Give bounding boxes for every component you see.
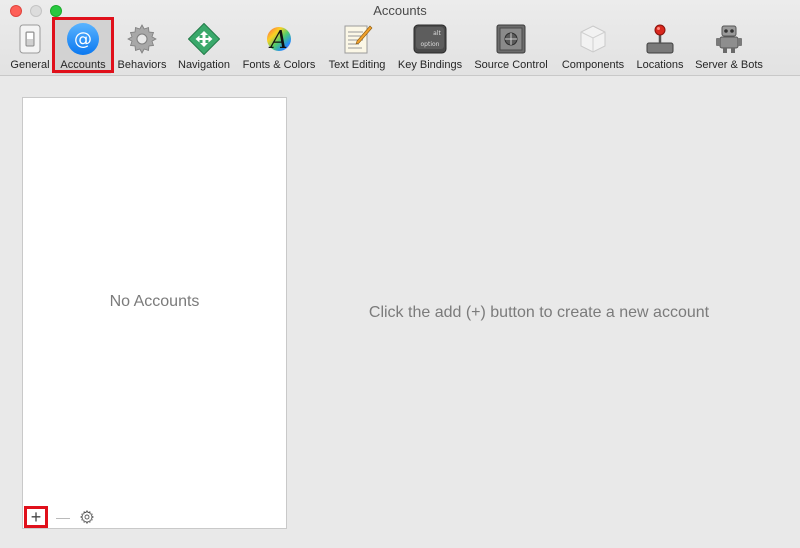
tab-fonts-colors[interactable]: A Fonts & Colors — [238, 20, 320, 74]
text-editing-icon — [340, 22, 374, 56]
tab-label: Source Control — [474, 59, 548, 71]
tab-label: Server & Bots — [695, 59, 763, 71]
at-sign-icon: @ — [66, 22, 100, 56]
remove-account-button[interactable]: — — [54, 508, 72, 526]
svg-text:option: option — [421, 41, 440, 48]
safe-vault-icon — [494, 22, 528, 56]
joystick-drive-icon — [643, 22, 677, 56]
account-list[interactable]: No Accounts — [22, 97, 287, 529]
tab-label: Text Editing — [328, 59, 386, 71]
tab-label: Accounts — [60, 59, 106, 71]
gear-icon — [80, 510, 94, 524]
tab-label: Behaviors — [117, 59, 167, 71]
navigation-arrows-icon — [187, 22, 221, 56]
robot-icon — [712, 22, 746, 56]
empty-list-message: No Accounts — [109, 293, 200, 310]
tab-general[interactable]: General — [6, 20, 54, 74]
tab-label: Locations — [636, 59, 684, 71]
add-account-button[interactable]: + — [24, 506, 48, 528]
tab-locations[interactable]: Locations — [631, 20, 689, 74]
svg-text:alt: alt — [433, 30, 441, 37]
tab-server-bots[interactable]: Server & Bots — [691, 20, 767, 74]
preferences-window: Accounts General @ Accounts Behaviors Na… — [0, 0, 800, 548]
window-title: Accounts — [373, 3, 427, 18]
option-key-icon: alt option — [413, 22, 447, 56]
empty-detail-hint: Click the add (+) button to create a new… — [368, 304, 710, 321]
tab-accounts[interactable]: @ Accounts — [55, 20, 111, 74]
tab-label: Navigation — [178, 59, 230, 71]
general-switch-icon — [13, 22, 47, 56]
component-box-icon — [576, 22, 610, 56]
tab-key-bindings[interactable]: alt option Key Bindings — [394, 20, 466, 74]
svg-text:@: @ — [74, 29, 92, 50]
gear-icon — [125, 22, 159, 56]
tab-label: Components — [561, 59, 625, 71]
preferences-toolbar: General @ Accounts Behaviors Navigation … — [0, 20, 800, 74]
tab-components[interactable]: Components — [557, 20, 629, 74]
tab-label: Key Bindings — [397, 59, 463, 71]
tab-source-control[interactable]: Source Control — [470, 20, 552, 74]
tab-label: General — [10, 59, 50, 71]
plus-icon: + — [30, 507, 42, 527]
tab-text-editing[interactable]: Text Editing — [324, 20, 390, 74]
fonts-colors-icon: A — [262, 22, 296, 56]
title-toolbar-area: Accounts General @ Accounts Behaviors Na… — [0, 0, 800, 76]
tab-label: Fonts & Colors — [242, 59, 316, 71]
tab-navigation[interactable]: Navigation — [174, 20, 234, 74]
minus-icon: — — [56, 509, 70, 525]
svg-text:A: A — [268, 26, 287, 54]
tab-behaviors[interactable]: Behaviors — [114, 20, 170, 74]
account-settings-button[interactable] — [78, 508, 96, 526]
